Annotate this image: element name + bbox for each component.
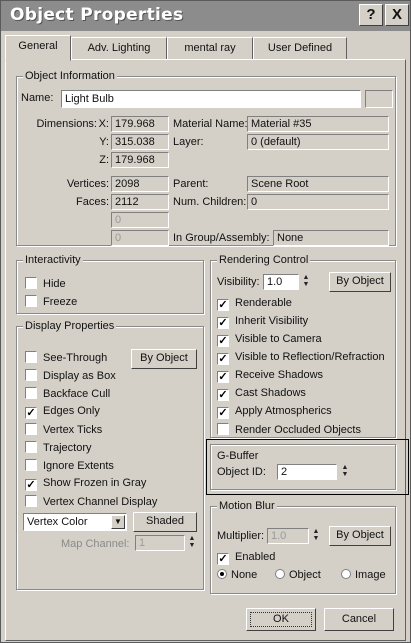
rendering-control-title: Rendering Control [217,254,311,266]
window-title: Object Properties [10,5,184,25]
edges-only-checkbox[interactable]: ✓ Edges Only [25,405,100,419]
show-frozen-in-gray-checkbox[interactable]: ✓ Show Frozen in Gray [25,477,146,491]
visibility-input[interactable]: 1.0 [263,274,299,290]
tab-adv-lighting[interactable]: Adv. Lighting [71,37,167,60]
vertices-label: Vertices: [66,178,109,190]
enabled-checkbox[interactable]: ✓ Enabled [217,551,275,565]
parent-label: Parent: [173,178,209,190]
visibility-spinner-icon[interactable]: ▲ ▼ [301,274,311,290]
backface-cull-checkbox[interactable]: Backface Cull [25,387,110,401]
none-radio[interactable]: None [217,569,257,583]
dimension-z: 179.968 [111,152,169,168]
general-panel: Object Information Name: Light Bulb Dime… [5,59,409,641]
close-button[interactable]: X [385,4,409,26]
vertex-color-dropdown[interactable]: Vertex Color ▼ [23,513,127,531]
num-children-label: Num. Children: [173,196,247,208]
object-radio[interactable]: Object [275,569,321,583]
display-properties-title: Display Properties [23,320,117,332]
hide-checkbox[interactable]: Hide [25,277,66,291]
vertices-value: 2098 [111,176,169,192]
image-radio[interactable]: Image [341,569,386,583]
y-label: Y: [99,136,109,148]
see-through-checkbox[interactable]: See-Through [25,351,107,365]
inherit-visibility-checkbox[interactable]: ✓ Inherit Visibility [217,315,308,329]
vertex-ticks-checkbox[interactable]: Vertex Ticks [25,423,102,437]
render-occluded-objects-checkbox[interactable]: Render Occluded Objects [217,423,361,437]
layer-value: 0 (default) [247,134,389,150]
rendering-control-group: Rendering Control Visibility: 1.0 ▲ ▼ By … [210,254,396,438]
map-channel-label: Map Channel: [61,538,130,550]
g-buffer-highlight [206,439,409,495]
shaded-button[interactable]: Shaded [133,512,197,532]
chevron-down-icon: ▼ [111,515,125,529]
cancel-button[interactable]: Cancel [324,608,394,631]
object-color-swatch[interactable] [365,90,393,108]
cast-shadows-checkbox[interactable]: ✓ Cast Shadows [217,387,306,401]
num-children-value: 0 [247,194,389,210]
multiplier-input[interactable]: 1.0 [267,528,309,544]
name-input[interactable]: Light Bulb [61,90,361,108]
map-channel-input[interactable]: 1 [135,535,185,551]
display-properties-group: Display Properties By Object See-Through… [16,320,204,590]
interactivity-title: Interactivity [23,254,83,266]
motion-blur-by-object-button[interactable]: By Object [329,526,391,546]
receive-shadows-checkbox[interactable]: ✓ Receive Shadows [217,369,323,383]
extra-value-1: 0 [111,212,169,228]
group-assembly-label: In Group/Assembly: [173,232,270,244]
ignore-extents-checkbox[interactable]: Ignore Extents [25,459,114,473]
material-name-label: Material Name: [173,118,248,130]
ok-button[interactable]: OK [246,608,316,631]
object-information-title: Object Information [23,70,117,82]
tab-mental-ray[interactable]: mental ray [167,37,253,60]
x-label: X: [98,118,109,130]
rendering-by-object-button[interactable]: By Object [329,272,391,292]
faces-label: Faces: [75,196,109,208]
tab-strip: General Adv. Lighting mental ray User De… [5,35,408,61]
apply-atmospherics-checkbox[interactable]: ✓ Apply Atmospherics [217,405,332,419]
renderable-checkbox[interactable]: ✓ Renderable [217,297,292,311]
motion-blur-title: Motion Blur [217,500,277,512]
visibility-label: Visibility: [217,276,260,288]
display-as-box-checkbox[interactable]: Display as Box [25,369,116,383]
multiplier-spinner-icon[interactable]: ▲ ▼ [311,528,321,544]
name-label: Name: [21,92,54,104]
parent-value: Scene Root [247,176,389,192]
dimension-y: 315.038 [111,134,169,150]
visible-to-reflection-checkbox[interactable]: ✓ Visible to Reflection/Refraction [217,351,385,365]
dimension-x: 179.968 [111,116,169,132]
extra-value-2: 0 [111,230,169,246]
layer-label: Layer: [173,136,204,148]
freeze-checkbox[interactable]: Freeze [25,295,77,309]
object-information-group: Object Information Name: Light Bulb Dime… [16,70,396,246]
display-by-object-button[interactable]: By Object [131,349,197,369]
tab-user-defined[interactable]: User Defined [253,37,347,60]
group-assembly-value: None [273,230,389,246]
dimensions-label: Dimensions: [36,118,97,130]
object-properties-window: Object Properties ? X General Adv. Light… [0,0,411,643]
help-button[interactable]: ? [359,4,383,26]
visible-to-camera-checkbox[interactable]: ✓ Visible to Camera [217,333,322,347]
vertex-channel-display-checkbox[interactable]: Vertex Channel Display [25,495,157,509]
motion-blur-group: Motion Blur Multiplier: 1.0 ▲ ▼ By Object… [210,500,396,594]
interactivity-group: Interactivity Hide Freeze [16,254,204,314]
title-bar[interactable]: Object Properties ? X [1,1,410,31]
trajectory-checkbox[interactable]: Trajectory [25,441,92,455]
tab-general[interactable]: General [5,35,71,61]
multiplier-label: Multiplier: [217,530,265,542]
hide-label: Hide [43,278,66,290]
material-name-value: Material #35 [247,116,389,132]
freeze-label: Freeze [43,296,78,308]
faces-value: 2112 [111,194,169,210]
map-channel-spinner-icon[interactable]: ▲ ▼ [187,535,197,551]
z-label: Z: [99,154,109,166]
